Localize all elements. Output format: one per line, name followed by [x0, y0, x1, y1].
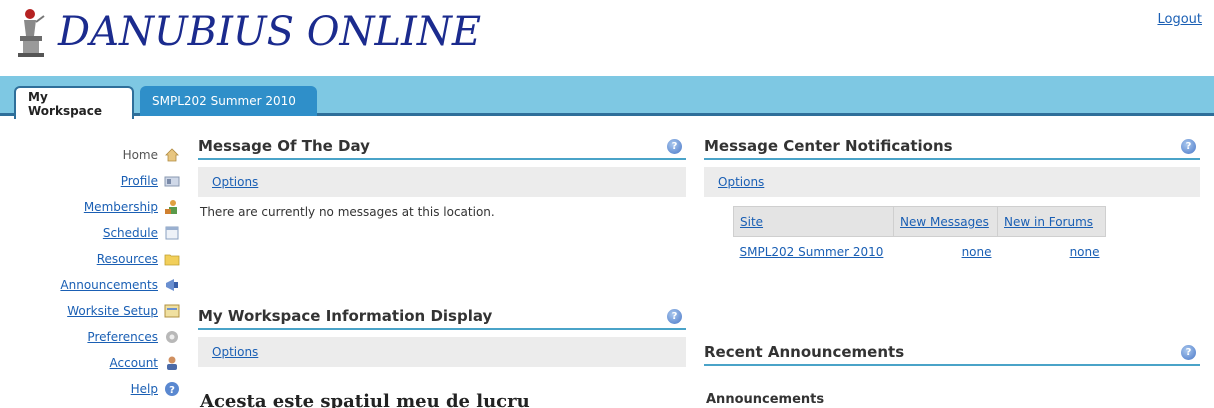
tab-my-workspace[interactable]: My Workspace	[14, 86, 134, 119]
motd-title: Message Of The Day	[198, 137, 370, 155]
workspace-info-options-link[interactable]: Options	[212, 345, 258, 359]
membership-icon	[165, 200, 177, 214]
workspace-info-title: My Workspace Information Display	[198, 307, 493, 325]
megaphone-icon	[166, 279, 178, 291]
notifications-table: Site New Messages New in Forums SMPL202 …	[733, 206, 1106, 267]
svg-text:?: ?	[169, 385, 175, 396]
announcements-body: Announcements	[706, 392, 825, 407]
nav-item-account[interactable]: Account	[110, 352, 180, 374]
nav-membership-label: Membership	[83, 200, 158, 214]
notifications-header: Message Center Notifications ?	[704, 134, 1200, 160]
nav-item-preferences[interactable]: Preferences	[87, 326, 180, 348]
help-icon: ?	[165, 382, 179, 396]
site-title: DANUBIUS ONLINE	[58, 9, 482, 55]
nav-preferences-label: Preferences	[87, 330, 158, 344]
site-logo: DANUBIUS ONLINE	[14, 6, 481, 58]
nav-item-membership[interactable]: Membership	[84, 196, 180, 218]
sort-new-messages-link[interactable]: New Messages	[900, 215, 989, 229]
sort-new-in-forums-link[interactable]: New in Forums	[1004, 215, 1093, 229]
table-row: SMPL202 Summer 2010 none none	[734, 237, 1106, 267]
row-new-messages-cell: none	[894, 237, 998, 267]
row-new-messages-link[interactable]: none	[962, 245, 992, 259]
home-icon	[165, 148, 179, 162]
workspace-info-help-icon[interactable]: ?	[667, 308, 682, 324]
column-header-new-messages[interactable]: New Messages	[893, 206, 998, 237]
notifications-options-link[interactable]: Options	[718, 175, 764, 189]
workspace-info-header: My Workspace Information Display ?	[198, 304, 686, 330]
worksite-icon	[164, 304, 180, 318]
motd-help-icon[interactable]: ?	[667, 138, 682, 154]
row-site-link[interactable]: SMPL202 Summer 2010	[740, 245, 884, 259]
column-header-new-in-forums[interactable]: New in Forums	[997, 206, 1106, 237]
motd-body: There are currently no messages at this …	[200, 205, 495, 219]
row-site-cell: SMPL202 Summer 2010	[734, 237, 894, 267]
announcements-header: Recent Announcements ?	[704, 340, 1200, 366]
nav-item-schedule[interactable]: Schedule	[103, 222, 180, 244]
nav-profile-label: Profile	[120, 174, 158, 188]
nav-item-announcements[interactable]: Announcements	[60, 274, 180, 296]
sort-site-link[interactable]: Site	[740, 215, 763, 229]
notifications-options-bar: Options	[704, 167, 1200, 197]
workspace-info-options-bar: Options	[198, 337, 686, 367]
logout-link[interactable]: Logout	[1157, 12, 1202, 27]
nav-item-home[interactable]: Home	[123, 144, 180, 166]
calendar-icon	[165, 226, 179, 240]
nav-announcements-label: Announcements	[60, 278, 158, 292]
workspace-info-body: Acesta este spatiul meu de lucru	[200, 391, 530, 408]
person-icon	[167, 356, 177, 370]
motd-options-bar: Options	[198, 167, 686, 197]
nav-item-resources[interactable]: Resources	[97, 248, 180, 270]
nav-home-label: Home	[122, 148, 158, 162]
notifications-help-icon[interactable]: ?	[1181, 138, 1196, 154]
motd-header: Message Of The Day ?	[198, 134, 686, 160]
gear-icon	[166, 331, 178, 343]
nav-resources-label: Resources	[96, 252, 158, 266]
row-new-forums-cell: none	[998, 237, 1106, 267]
nav-item-profile[interactable]: Profile	[121, 170, 180, 192]
announcements-help-icon[interactable]: ?	[1181, 344, 1196, 360]
notifications-title: Message Center Notifications	[704, 137, 953, 155]
profile-icon	[164, 176, 180, 187]
folder-icon	[164, 254, 180, 266]
nav-schedule-label: Schedule	[102, 226, 158, 240]
motd-options-link[interactable]: Options	[212, 175, 258, 189]
nav-help-label: Help	[130, 382, 158, 396]
nav-item-help[interactable]: Help ?	[131, 378, 180, 400]
nav-item-worksite-setup[interactable]: Worksite Setup	[67, 300, 180, 322]
row-new-forums-link[interactable]: none	[1070, 245, 1100, 259]
site-tab-bar: My Workspace SMPL202 Summer 2010	[0, 76, 1214, 119]
nav-worksite-label: Worksite Setup	[67, 304, 158, 318]
announcements-title: Recent Announcements	[704, 343, 905, 361]
notifications-header-row: Site New Messages New in Forums	[733, 206, 1106, 237]
statue-logo-icon	[18, 9, 45, 57]
tab-smpl202[interactable]: SMPL202 Summer 2010	[140, 86, 317, 116]
column-header-site[interactable]: Site	[733, 206, 894, 237]
nav-account-label: Account	[109, 356, 158, 370]
